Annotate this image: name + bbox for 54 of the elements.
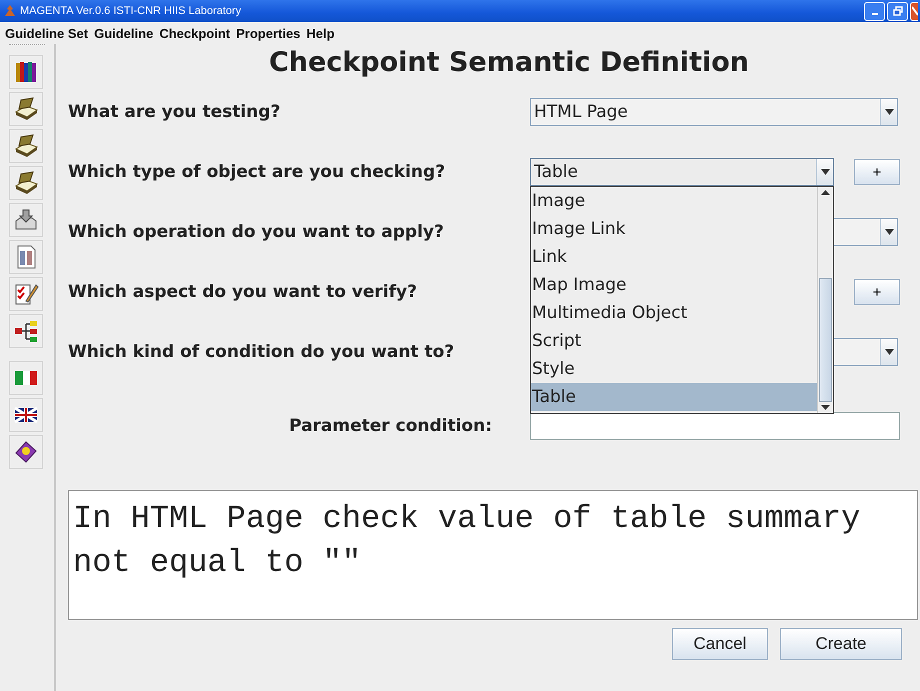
checklist-icon[interactable] bbox=[9, 277, 43, 311]
dropdown-field[interactable]: HTML Page bbox=[530, 98, 898, 126]
book-icon[interactable] bbox=[9, 92, 43, 126]
menu-item[interactable]: Help bbox=[303, 26, 338, 40]
add-button[interactable]: + bbox=[854, 159, 900, 185]
dropdown-option[interactable]: Link bbox=[531, 243, 817, 271]
flag-icon[interactable] bbox=[9, 361, 43, 395]
menu-item[interactable]: Checkpoint bbox=[156, 26, 234, 40]
window-title: MAGENTA Ver.0.6 ISTI-CNR HIIS Laboratory bbox=[20, 5, 242, 17]
dropdown-arrow-icon bbox=[884, 229, 894, 235]
scrollbar[interactable] bbox=[817, 187, 833, 413]
menu-item[interactable]: Guideline Set bbox=[2, 26, 92, 40]
dropdown-option[interactable]: Script bbox=[531, 327, 817, 355]
scroll-down-icon[interactable] bbox=[821, 405, 830, 410]
dropdown-option[interactable]: Image Link bbox=[531, 215, 817, 243]
dropdown-value: HTML Page bbox=[534, 102, 628, 122]
question-label: What are you testing? bbox=[68, 102, 282, 122]
book-icon[interactable] bbox=[9, 129, 43, 163]
app-icon bbox=[4, 4, 16, 18]
help-icon[interactable] bbox=[9, 435, 43, 469]
dropdown-option[interactable]: Map Image bbox=[531, 271, 817, 299]
dropdown-option[interactable]: Image bbox=[531, 187, 817, 215]
dialog-button[interactable]: Create bbox=[780, 628, 902, 660]
question-label: Parameter condition: bbox=[288, 416, 492, 436]
dropdown-value: Table bbox=[534, 162, 578, 182]
dropdown-arrow-icon bbox=[884, 109, 894, 115]
close-icon bbox=[912, 6, 918, 16]
inbox-icon[interactable] bbox=[9, 203, 43, 237]
books-icon[interactable] bbox=[9, 55, 43, 89]
dropdown-arrow-icon bbox=[884, 349, 894, 355]
tree-icon[interactable] bbox=[9, 314, 43, 348]
question-label: Which type of object are you checking? bbox=[68, 162, 446, 182]
menu-item[interactable]: Properties bbox=[233, 26, 304, 40]
add-button[interactable]: + bbox=[854, 279, 900, 305]
question-label: Which aspect do you want to verify? bbox=[68, 282, 418, 302]
dialog-heading: Checkpoint Semantic Definition bbox=[268, 46, 750, 80]
description-text: In HTML Page check value of table summary not equal to "" bbox=[68, 490, 918, 620]
input-field[interactable] bbox=[530, 412, 900, 440]
maximize-icon bbox=[892, 6, 902, 16]
scroll-up-icon[interactable] bbox=[821, 190, 830, 195]
dropdown-option[interactable]: Multimedia Object bbox=[531, 299, 817, 327]
maximize-button[interactable] bbox=[887, 2, 908, 20]
dropdown-option[interactable]: Table bbox=[531, 383, 817, 411]
question-label: Which operation do you want to apply? bbox=[68, 222, 445, 242]
flag-icon[interactable] bbox=[9, 398, 43, 432]
minimize-button[interactable] bbox=[864, 2, 885, 20]
book-icon[interactable] bbox=[9, 166, 43, 200]
close-button[interactable] bbox=[910, 2, 918, 20]
document-icon[interactable] bbox=[9, 240, 43, 274]
dialog-button[interactable]: Cancel bbox=[672, 628, 768, 660]
dropdown-option[interactable]: Style bbox=[531, 355, 817, 383]
question-label: Which kind of condition do you want to? bbox=[68, 342, 456, 362]
dropdown-arrow-icon bbox=[820, 169, 830, 175]
menu-item[interactable]: Guideline bbox=[91, 26, 156, 40]
